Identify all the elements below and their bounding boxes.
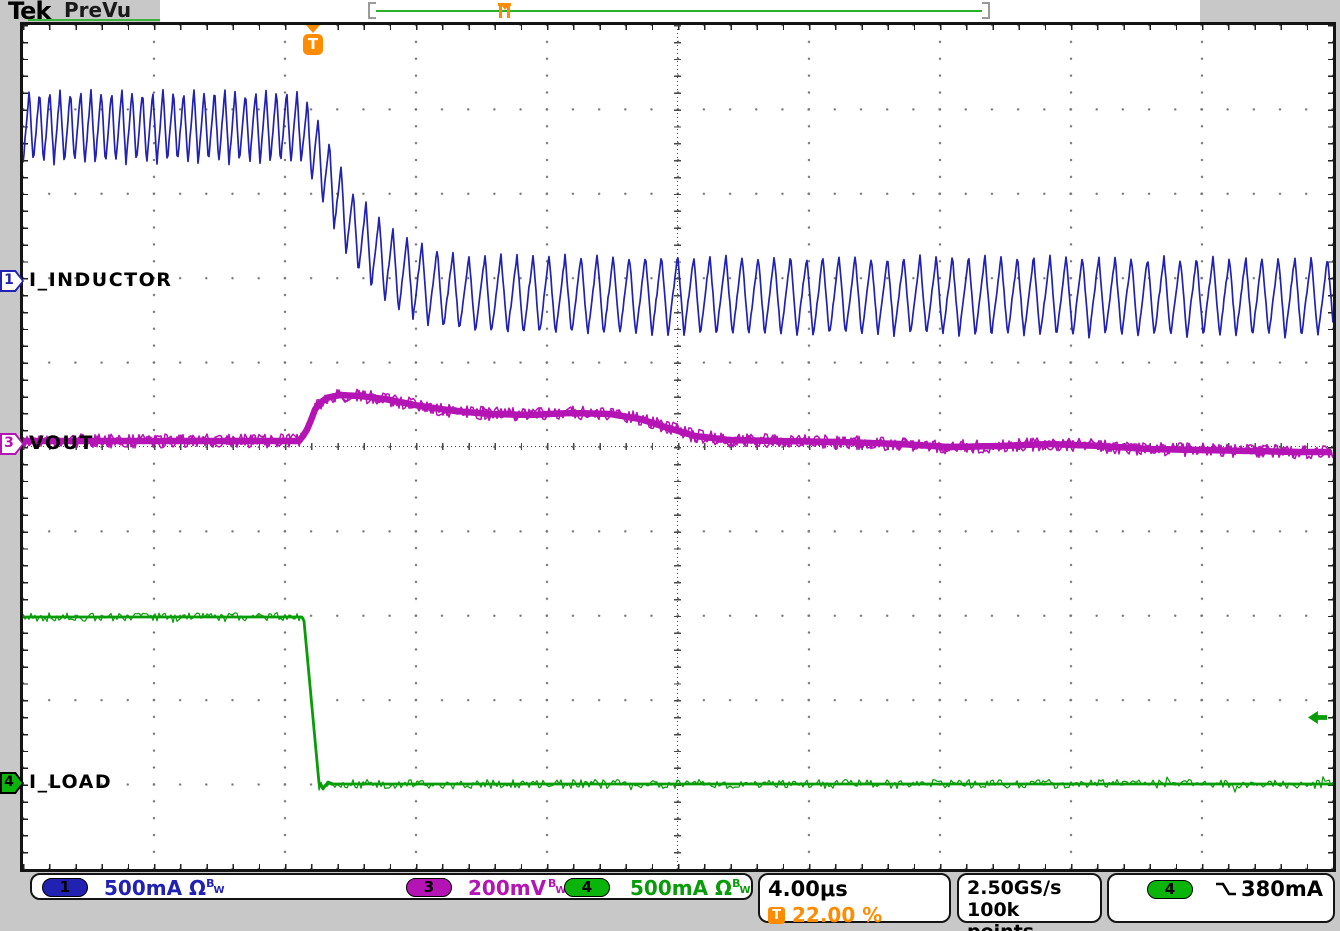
top-status-strip: Tek PreVu bbox=[0, 0, 1340, 22]
trigger-position-marker[interactable]: T bbox=[302, 25, 324, 55]
record-length: 100k points bbox=[967, 899, 1092, 931]
channel-3-number: 3 bbox=[3, 434, 15, 453]
brand-underline bbox=[28, 19, 160, 21]
waveform-display bbox=[20, 22, 1336, 872]
record-view-bar[interactable] bbox=[368, 2, 990, 20]
channel-3-reference-marker[interactable]: 3 bbox=[0, 433, 24, 455]
trace-i_inductor bbox=[23, 90, 1333, 338]
channel-4-label: I_LOAD bbox=[29, 771, 112, 793]
trigger-position-arrow-icon bbox=[306, 25, 320, 33]
channel-1-reference-marker[interactable]: 1 bbox=[0, 270, 24, 292]
ch1-scale: 500mA ΩBW bbox=[104, 876, 224, 900]
ch4-bw-icon: BW bbox=[732, 876, 750, 900]
falling-edge-icon bbox=[1215, 881, 1237, 898]
record-line bbox=[376, 10, 982, 12]
trace-i_load-noise bbox=[23, 613, 1333, 792]
record-bracket-right bbox=[982, 2, 990, 19]
ch3-scale: 200mV bbox=[468, 876, 546, 900]
ch4-scale: 500mA ΩBW bbox=[630, 876, 750, 900]
sample-rate: 2.50GS/s bbox=[967, 877, 1092, 899]
channel-4-number: 4 bbox=[3, 773, 15, 792]
trigger-source-badge: 4 bbox=[1147, 880, 1193, 899]
trigger-level-value: 380mA bbox=[1241, 877, 1323, 901]
channel-1-label: I_INDUCTOR bbox=[29, 269, 172, 291]
record-trigger-position-marker[interactable] bbox=[498, 3, 511, 18]
trigger-t-badge-icon: T bbox=[768, 907, 785, 924]
time-per-division: 4.00μs bbox=[768, 877, 941, 901]
channel-4-reference-marker[interactable]: 4 bbox=[0, 772, 24, 794]
status-bar: 1 500mA ΩBW 3 200mV BW 4 500mA ΩBW 4.00μ… bbox=[0, 872, 1340, 931]
channel-3-label: VOUT bbox=[29, 432, 94, 454]
trigger-t-icon: T bbox=[303, 34, 323, 55]
trigger-readout-box[interactable]: 4 380mA bbox=[1107, 873, 1335, 923]
channel-1-number: 1 bbox=[3, 271, 15, 290]
brand-box: Tek PreVu bbox=[0, 0, 160, 22]
acquisition-box[interactable]: 2.50GS/s 100k points bbox=[957, 873, 1102, 923]
timebase-box[interactable]: 4.00μs T 22.00 % bbox=[758, 873, 951, 923]
graticule bbox=[23, 25, 1333, 869]
record-bracket-left bbox=[368, 2, 376, 19]
ch4-badge[interactable]: 4 bbox=[564, 878, 610, 897]
top-right-filler bbox=[1200, 0, 1340, 22]
waveform-canvas bbox=[23, 25, 1333, 869]
ch1-bw-icon: BW bbox=[206, 876, 224, 900]
channel-readouts-box[interactable]: 1 500mA ΩBW 3 200mV BW 4 500mA ΩBW bbox=[30, 873, 753, 900]
trigger-position-percent: 22.00 % bbox=[792, 903, 882, 927]
ch1-badge[interactable]: 1 bbox=[42, 878, 88, 897]
trace-i_load bbox=[23, 617, 1333, 789]
ch3-badge[interactable]: 3 bbox=[406, 878, 452, 897]
